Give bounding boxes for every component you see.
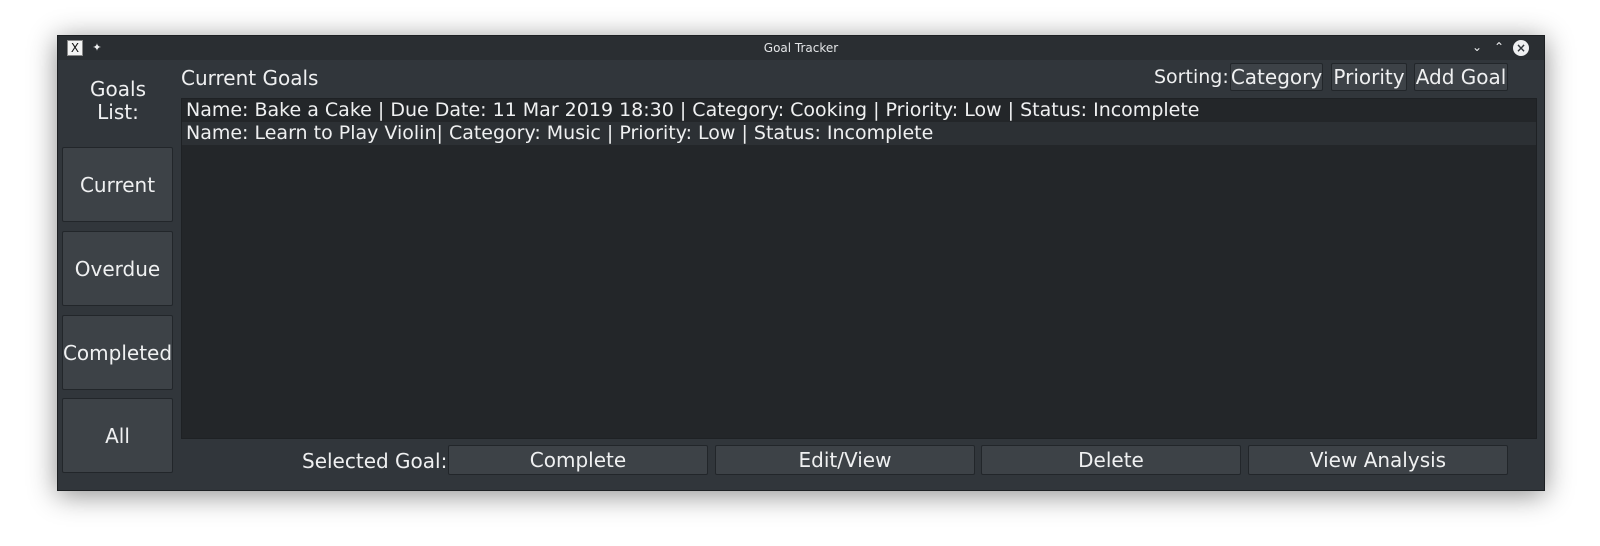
sort-category-button[interactable]: Category bbox=[1230, 63, 1323, 91]
sidebar-item-completed[interactable]: Completed bbox=[62, 315, 173, 390]
edit-view-button[interactable]: Edit/View bbox=[715, 445, 975, 475]
sidebar-item-overdue[interactable]: Overdue bbox=[62, 231, 173, 306]
delete-button[interactable]: Delete bbox=[981, 445, 1241, 475]
window-title: Goal Tracker bbox=[763, 41, 839, 55]
page-title: Current Goals bbox=[181, 66, 319, 90]
sidebar-item-all[interactable]: All bbox=[62, 398, 173, 473]
selected-goal-label: Selected Goal: bbox=[302, 449, 448, 473]
add-goal-button[interactable]: Add Goal bbox=[1414, 63, 1508, 91]
sidebar-item-current[interactable]: Current bbox=[62, 147, 173, 222]
chevron-down-icon[interactable]: ⌄ bbox=[1469, 39, 1485, 55]
close-icon[interactable]: × bbox=[1513, 40, 1529, 56]
sorting-label: Sorting: bbox=[1154, 66, 1229, 88]
view-analysis-button[interactable]: View Analysis bbox=[1248, 445, 1508, 475]
list-item[interactable]: Name: Learn to Play Violin| Category: Mu… bbox=[182, 122, 1536, 145]
goal-tracker-window: X ✦ Goal Tracker ⌄ ⌃ × Goals List: Curre… bbox=[57, 35, 1545, 491]
chevron-up-icon[interactable]: ⌃ bbox=[1491, 39, 1507, 55]
sidebar-title: Goals List: bbox=[90, 77, 146, 124]
sort-priority-button[interactable]: Priority bbox=[1331, 63, 1407, 91]
list-item[interactable]: Name: Bake a Cake | Due Date: 11 Mar 201… bbox=[182, 99, 1536, 122]
goal-list[interactable]: Name: Bake a Cake | Due Date: 11 Mar 201… bbox=[181, 98, 1537, 439]
title-bar[interactable]: X ✦ Goal Tracker ⌄ ⌃ × bbox=[58, 36, 1544, 60]
complete-button[interactable]: Complete bbox=[448, 445, 708, 475]
